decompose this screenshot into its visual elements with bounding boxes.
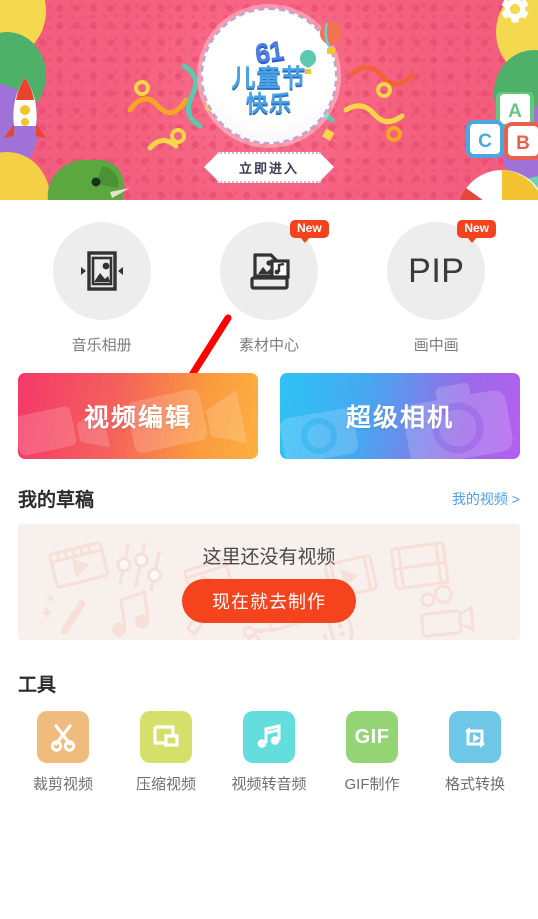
feature-pip-label: 画中画 <box>413 337 459 354</box>
music-note-icon <box>257 724 281 748</box>
drafts-create-button[interactable]: 现在就去制作 <box>182 578 356 623</box>
tool-compress-video-label: 压缩视频 <box>135 776 196 793</box>
hot-air-balloon-icon-2 <box>300 50 316 74</box>
tool-video-to-audio[interactable]: 视频转音频 <box>220 711 318 794</box>
primary-action-row: 视频编辑 超级相机 <box>0 355 538 459</box>
tool-gif-maker[interactable]: GIF GIF制作 <box>323 711 421 794</box>
tool-gif-maker-tile: GIF <box>346 711 398 763</box>
svg-text:A: A <box>508 101 522 122</box>
drafts-empty-text: 这里还没有视频 <box>202 546 336 568</box>
action-super-camera[interactable]: 超级相机 <box>280 373 520 459</box>
action-video-edit[interactable]: 视频编辑 <box>18 373 258 459</box>
scissors-icon <box>50 724 76 752</box>
tool-gif-maker-label: GIF制作 <box>344 776 400 793</box>
drafts-section-header: 我的草稿 我的视频 > <box>0 459 538 512</box>
promo-banner[interactable]: A C B 61 儿童节 快乐 立即进入 <box>0 0 538 200</box>
tool-format-convert-tile <box>449 711 501 763</box>
tool-video-to-audio-label: 视频转音频 <box>231 776 307 793</box>
beach-ball-icon <box>459 170 538 200</box>
feature-music-album-circle <box>52 222 151 320</box>
alphabet-blocks-icon: A C B <box>466 92 538 160</box>
tool-trim-video-tile <box>37 711 89 763</box>
tool-trim-video-label: 裁剪视频 <box>32 776 93 793</box>
photo-album-icon <box>80 251 123 291</box>
drafts-empty-card: 这里还没有视频 现在就去制作 <box>18 524 520 640</box>
feature-icon-row: 音乐相册 New 素材中心 New PIP 画中画 <box>0 200 538 355</box>
banner-decor-left <box>0 0 130 200</box>
feature-music-album[interactable]: 音乐相册 <box>27 222 177 355</box>
material-center-icon <box>250 253 290 290</box>
tools-title: 工具 <box>18 675 57 696</box>
banner-logo-line1: 儿童节 <box>230 64 308 93</box>
gear-icon[interactable] <box>498 0 532 26</box>
tool-compress-video-tile <box>140 711 192 763</box>
banner-logo-circle: 61 儿童节 快乐 <box>201 8 337 144</box>
banner-logo-number: 61 <box>251 33 286 70</box>
feature-pip[interactable]: New PIP 画中画 <box>361 220 511 355</box>
action-super-camera-label: 超级相机 <box>345 404 454 432</box>
rocket-icon <box>4 78 46 138</box>
svg-text:C: C <box>478 131 492 152</box>
app-root: A C B 61 儿童节 快乐 立即进入 音乐相册 New 素材中心 New P… <box>0 0 538 919</box>
drafts-title: 我的草稿 <box>18 490 95 511</box>
feature-music-album-label: 音乐相册 <box>71 337 132 354</box>
dinosaur-icon <box>47 160 130 200</box>
feature-material-center-label: 素材中心 <box>238 337 299 354</box>
convert-loop-icon <box>465 727 485 748</box>
banner-decor-right: A C B <box>424 0 538 200</box>
tools-row: 裁剪视频 压缩视频 视频转音频 GIF GIF制作 格式转换 <box>0 697 538 794</box>
tool-trim-video[interactable]: 裁剪视频 <box>14 711 112 794</box>
tool-compress-video[interactable]: 压缩视频 <box>117 711 215 794</box>
my-videos-link[interactable]: 我的视频 > <box>452 489 520 509</box>
new-badge-material: New <box>289 220 329 244</box>
tool-format-convert-label: 格式转换 <box>444 776 505 793</box>
tool-video-to-audio-tile <box>243 711 295 763</box>
pip-icon: PIP <box>408 251 465 290</box>
gif-icon: GIF <box>354 725 390 748</box>
svg-text:B: B <box>516 133 530 154</box>
hot-air-balloon-icon <box>320 22 342 54</box>
compress-icon <box>153 725 179 747</box>
new-badge-pip: New <box>457 220 496 244</box>
banner-logo-line2: 快乐 <box>244 90 293 117</box>
feature-material-center[interactable]: New 素材中心 <box>194 220 344 355</box>
action-video-edit-label: 视频编辑 <box>83 404 192 432</box>
tool-format-convert[interactable]: 格式转换 <box>426 711 524 794</box>
banner-enter-button[interactable]: 立即进入 <box>203 152 335 183</box>
